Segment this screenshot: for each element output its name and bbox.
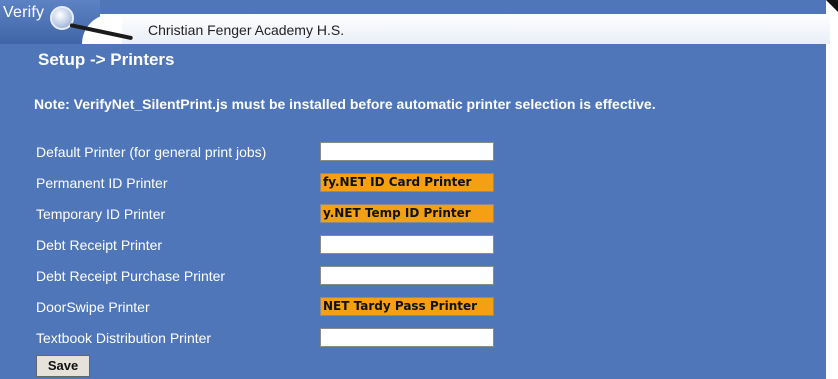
printer-label: Permanent ID Printer (36, 175, 168, 191)
printer-label: Default Printer (for general print jobs) (36, 144, 267, 160)
school-name: Christian Fenger Academy H.S. (148, 22, 345, 38)
temporary-id-printer-field[interactable]: y.NET Temp ID Printer (320, 204, 494, 223)
printer-label: Debt Receipt Printer (36, 237, 163, 253)
printer-label: Debt Receipt Purchase Printer (36, 268, 226, 284)
printer-label: Textbook Distribution Printer (36, 330, 212, 346)
printer-row-default: Default Printer (for general print jobs) (0, 140, 826, 168)
textbook-distribution-printer-field[interactable] (320, 328, 494, 347)
printer-label: DoorSwipe Printer (36, 299, 150, 315)
printer-row-debt-receipt-purchase: Debt Receipt Purchase Printer (0, 264, 826, 292)
printer-row-doorswipe: DoorSwipe Printer NET Tardy Pass Printer (0, 295, 826, 323)
permanent-id-printer-field[interactable]: fy.NET ID Card Printer (320, 173, 494, 192)
debt-receipt-printer-field[interactable] (320, 235, 494, 254)
page-title: Setup -> Printers (38, 50, 175, 69)
logo-text: Verify (3, 4, 45, 21)
printer-row-permanent-id: Permanent ID Printer fy.NET ID Card Prin… (0, 171, 826, 199)
printer-label: Temporary ID Printer (36, 206, 166, 222)
doorswipe-printer-field[interactable]: NET Tardy Pass Printer (320, 297, 494, 316)
printer-row-temporary-id: Temporary ID Printer y.NET Temp ID Print… (0, 202, 826, 230)
header: Verify Christian Fenger Academy H.S. (0, 0, 838, 44)
save-button[interactable]: Save (36, 355, 90, 377)
printer-row-textbook: Textbook Distribution Printer (0, 326, 826, 354)
debt-receipt-purchase-printer-field[interactable] (320, 266, 494, 285)
default-printer-field[interactable] (320, 142, 494, 161)
corner-decoration (826, 0, 838, 12)
note-text: Note: VerifyNet_SilentPrint.js must be i… (34, 96, 656, 112)
printer-row-debt-receipt: Debt Receipt Printer (0, 233, 826, 261)
